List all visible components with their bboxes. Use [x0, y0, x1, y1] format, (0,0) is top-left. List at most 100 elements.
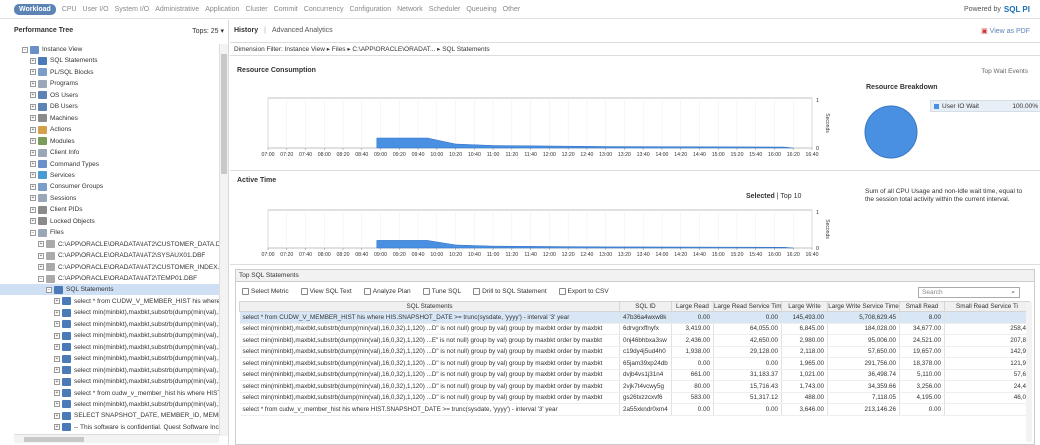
expand-icon[interactable]: +: [30, 218, 36, 225]
expand-icon[interactable]: +: [30, 195, 36, 202]
nav-tab-network[interactable]: Network: [397, 4, 423, 15]
tree-node[interactable]: + Modules: [30, 136, 75, 147]
nav-tab-configuration[interactable]: Configuration: [349, 4, 391, 15]
tree-node[interactable]: + Consumer Groups: [30, 181, 103, 192]
tree-node[interactable]: + select min(minbkt),maxbkt,substrb(dump(…: [54, 319, 219, 330]
tree-node[interactable]: − Files: [30, 227, 64, 238]
tree-node[interactable]: + select min(minbkt),maxbkt,substrb(dump(…: [54, 307, 219, 318]
expand-icon[interactable]: +: [30, 149, 36, 156]
table-vertical-scrollbar[interactable]: [1026, 302, 1032, 442]
expand-icon[interactable]: +: [30, 161, 36, 167]
tab-history[interactable]: History: [234, 27, 258, 34]
tree-node[interactable]: + Programs: [30, 78, 78, 89]
tree-vertical-scrollbar[interactable]: [219, 44, 228, 436]
collapse-icon[interactable]: −: [38, 275, 44, 282]
expand-icon[interactable]: +: [38, 252, 44, 259]
expand-icon[interactable]: +: [54, 321, 60, 328]
column-header[interactable]: Large Write: [781, 301, 828, 312]
column-header[interactable]: SQL ID: [619, 301, 672, 312]
tree-node[interactable]: + select * from CUDW_V_MEMBER_HIST his wh…: [54, 296, 219, 307]
nav-tab-queueing[interactable]: Queueing: [466, 4, 496, 15]
expand-icon[interactable]: +: [54, 355, 60, 362]
expand-icon[interactable]: +: [30, 183, 36, 190]
tree-node[interactable]: + C:\APP\ORACLE\ORADATA\IAT2\CUSTOMER_IND…: [38, 262, 219, 273]
expand-icon[interactable]: +: [54, 367, 60, 374]
tree-horizontal-scrollbar[interactable]: [14, 434, 219, 443]
expand-icon[interactable]: +: [30, 80, 36, 87]
expand-icon[interactable]: +: [30, 103, 36, 110]
tree-node[interactable]: + select min(minbkt),maxbkt,substrb(dump(…: [54, 342, 219, 353]
nav-tab-commit[interactable]: Commit: [274, 4, 298, 15]
expand-icon[interactable]: +: [30, 126, 36, 133]
table-row[interactable]: select * from CUDW_V_MEMBER_HIST his whe…: [239, 311, 1030, 324]
select-metric-button[interactable]: Select Metric: [239, 286, 292, 297]
expand-icon[interactable]: +: [54, 378, 60, 385]
tree-node[interactable]: + -- This software is confidential. Quest…: [54, 422, 219, 433]
tree-node[interactable]: + DB Users: [30, 101, 78, 112]
expand-icon[interactable]: +: [30, 138, 36, 145]
expand-icon[interactable]: +: [54, 332, 60, 339]
table-row[interactable]: select min(minbkt),maxbkt,substrb(dump(m…: [239, 380, 1030, 393]
expand-icon[interactable]: +: [54, 424, 60, 431]
expand-icon[interactable]: +: [54, 309, 60, 316]
expand-icon[interactable]: +: [38, 241, 44, 248]
tree-node[interactable]: + PL/SQL Blocks: [30, 67, 93, 78]
expand-icon[interactable]: +: [30, 57, 36, 64]
nav-tab-cpu[interactable]: CPU: [62, 4, 77, 15]
column-header[interactable]: Small Read: [899, 301, 945, 312]
collapse-icon[interactable]: −: [22, 46, 28, 53]
expand-icon[interactable]: +: [54, 401, 60, 408]
tree-node[interactable]: − SQL Statements: [0, 284, 219, 296]
tops-dropdown[interactable]: Tops: 25 ▾: [192, 27, 224, 35]
tree-node[interactable]: + select min(minbkt),maxbkt,substrb(dump(…: [54, 330, 219, 341]
top10-link[interactable]: | Top 10: [777, 193, 802, 200]
collapse-icon[interactable]: −: [46, 286, 52, 293]
nav-tab-other[interactable]: Other: [503, 4, 521, 15]
table-row[interactable]: select min(minbkt),maxbkt,substrb(dump(m…: [239, 323, 1030, 335]
view-as-pdf-link[interactable]: ▣ View as PDF: [981, 27, 1030, 35]
expand-icon[interactable]: +: [54, 344, 60, 351]
tree-node[interactable]: + select min(minbkt),maxbkt,substrb(dump(…: [54, 365, 219, 376]
tree-node[interactable]: + select min(minbkt),maxbkt,substrb(dump(…: [54, 353, 219, 364]
table-row[interactable]: select min(minbkt),maxbkt,substrb(dump(m…: [239, 369, 1030, 381]
nav-tab-workload[interactable]: Workload: [14, 4, 56, 15]
tree-node[interactable]: + C:\APP\ORACLE\ORADATA\IAT2\SYSAUX01.DBF: [38, 250, 205, 261]
column-header[interactable]: Large Write Service Time: [827, 301, 900, 312]
scroll-thumb[interactable]: [24, 437, 84, 442]
expand-icon[interactable]: +: [30, 92, 36, 99]
column-header[interactable]: Large Read Service Time: [713, 301, 782, 312]
analyze-plan-button[interactable]: Analyze Plan: [361, 286, 414, 297]
tree-node[interactable]: + Locked Objects: [30, 216, 95, 227]
tree-node[interactable]: + Client PIDs: [30, 204, 83, 215]
top-wait-events-label[interactable]: Top Wait Events: [981, 68, 1028, 75]
nav-tab-concurrency[interactable]: Concurrency: [304, 4, 344, 15]
pie-slice-user-io-wait[interactable]: [864, 105, 918, 159]
table-row[interactable]: select min(minbkt),maxbkt,substrb(dump(m…: [239, 357, 1030, 370]
tree-node[interactable]: + C:\APP\ORACLE\ORADATA\IAT2\CUSTOMER_DAT…: [38, 239, 219, 250]
tune-sql-button[interactable]: Tune SQL: [420, 286, 464, 297]
tree-node[interactable]: − Instance View: [22, 44, 82, 55]
tree-node[interactable]: + Machines: [30, 113, 78, 124]
nav-tab-application[interactable]: Application: [205, 4, 239, 15]
collapse-icon[interactable]: −: [30, 229, 36, 236]
nav-tab-system-i-o[interactable]: System I/O: [115, 4, 150, 15]
expand-icon[interactable]: +: [30, 206, 36, 213]
breakdown-legend-item[interactable]: User IO Wait 100.00%: [930, 100, 1040, 112]
tree-node[interactable]: − C:\APP\ORACLE\ORADATA\IAT2\TEMP01.DBF: [38, 273, 197, 284]
tree-node[interactable]: + select min(minbkt),maxbkt,substrb(dump(…: [54, 399, 219, 410]
tree-node[interactable]: + Sessions: [30, 193, 76, 204]
view-sql-text-button[interactable]: View SQL Text: [298, 286, 355, 297]
expand-icon[interactable]: +: [30, 115, 36, 122]
nav-tab-user-i-o[interactable]: User I/O: [83, 4, 109, 15]
nav-tab-cluster[interactable]: Cluster: [245, 4, 267, 15]
tree-node[interactable]: + select * from cudw_v_member_hist his wh…: [54, 388, 219, 399]
expand-icon[interactable]: +: [38, 264, 44, 271]
nav-tab-scheduler[interactable]: Scheduler: [429, 4, 461, 15]
tree-node[interactable]: + Command Types: [30, 159, 99, 170]
table-row[interactable]: select min(minbkt),maxbkt,substrb(dump(m…: [239, 334, 1030, 347]
tab-advanced-analytics[interactable]: Advanced Analytics: [272, 27, 333, 34]
expand-icon[interactable]: +: [54, 298, 60, 305]
scroll-thumb[interactable]: [221, 54, 227, 174]
drill-to-sql-statement-button[interactable]: Drill to SQL Statement: [470, 286, 549, 297]
tree-node[interactable]: + OS Users: [30, 90, 78, 101]
